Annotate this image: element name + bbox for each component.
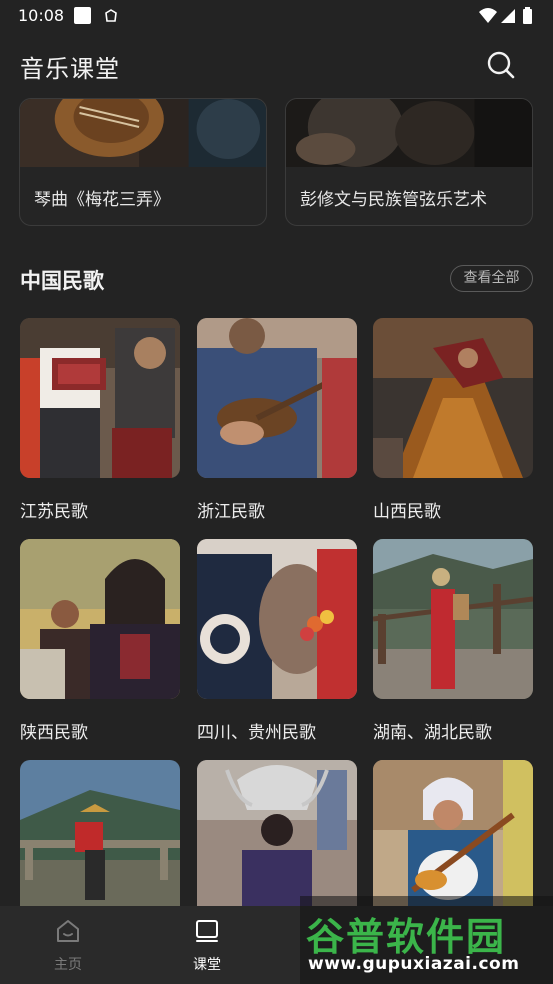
nav-item-classroom[interactable]: 课堂: [162, 906, 252, 984]
folk-song-label: 江苏民歌: [20, 502, 88, 522]
course-card[interactable]: 琴曲《梅花三弄》: [19, 98, 267, 226]
folk-song-thumbnail[interactable]: [20, 318, 180, 478]
folk-song-thumbnail[interactable]: [20, 760, 180, 920]
folk-song-thumbnail[interactable]: [373, 539, 533, 699]
course-card-image: [286, 99, 532, 167]
search-icon[interactable]: [484, 48, 518, 82]
notification-app-icon: [105, 9, 117, 22]
status-icons: [479, 7, 532, 24]
folk-song-label: 四川、贵州民歌: [197, 723, 316, 743]
folk-song-thumbnail[interactable]: [197, 318, 357, 478]
folk-song-label: 山西民歌: [373, 502, 441, 522]
signal-icon: [501, 9, 515, 23]
watermark-title: 谷普软件园: [306, 915, 507, 959]
folk-song-label: 湖南、湖北民歌: [373, 723, 492, 743]
nav-label-home: 主页: [54, 957, 82, 973]
folk-song-thumbnail[interactable]: [373, 318, 533, 478]
folk-song-thumbnail[interactable]: [20, 539, 180, 699]
page-title: 音乐课堂: [20, 55, 120, 83]
folk-song-thumbnail[interactable]: [197, 539, 357, 699]
course-card[interactable]: 彭修文与民族管弦乐艺术: [285, 98, 533, 226]
classroom-icon: [196, 920, 218, 942]
nav-label-classroom: 课堂: [193, 957, 221, 973]
status-bar: 10:08: [0, 0, 553, 32]
view-all-button[interactable]: 查看全部: [450, 265, 533, 292]
folk-song-label: 陕西民歌: [20, 723, 88, 743]
watermark-url: www.gupuxiazai.com: [308, 954, 520, 974]
battery-icon: [523, 7, 532, 24]
course-card-image: [20, 99, 266, 167]
notification-square-icon: [74, 7, 91, 24]
course-card-label: 彭修文与民族管弦乐艺术: [300, 190, 487, 210]
watermark-logo: 谷普软件园 www.gupuxiazai.com: [300, 896, 553, 984]
section-title: 中国民歌: [20, 269, 104, 293]
home-icon: [57, 920, 79, 942]
nav-item-home[interactable]: 主页: [23, 906, 113, 984]
folk-song-label: 浙江民歌: [197, 502, 265, 522]
wifi-icon: [479, 8, 497, 23]
status-time: 10:08: [18, 6, 65, 25]
course-card-label: 琴曲《梅花三弄》: [34, 190, 170, 210]
app-bar: 音乐课堂: [0, 36, 553, 96]
